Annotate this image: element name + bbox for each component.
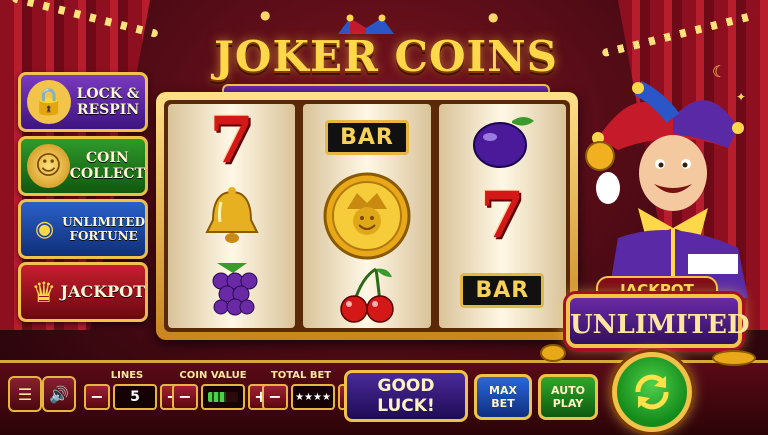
reel-frame: 7 BAR 7 BAR xyxy=(156,92,578,340)
coin-value-fill xyxy=(208,392,226,402)
grapes-symbol xyxy=(187,259,277,323)
jackpot-value: UNLIMITED xyxy=(566,294,750,348)
feature-unlimited-fortune[interactable]: ◉ UNLIMITED FORTUNE xyxy=(18,199,148,259)
auto-play-button[interactable]: AUTO PLAY xyxy=(538,374,598,420)
seven-symbol: 7 xyxy=(209,103,254,179)
good-luck-banner: GOOD LUCK! xyxy=(344,370,468,422)
coin-value-label: COIN VALUE xyxy=(179,370,247,381)
bar-symbol: BAR xyxy=(457,259,547,323)
coin-pile-icon xyxy=(712,350,756,366)
reel-3: 7 BAR xyxy=(438,104,566,328)
reels: 7 BAR 7 BAR xyxy=(164,100,570,332)
total-bet-value: ★★★★ xyxy=(291,384,335,410)
crown-icon: ♛ xyxy=(31,275,57,309)
lines-label: LINES xyxy=(110,370,144,381)
spin-arrows-icon xyxy=(635,374,669,410)
spin-button[interactable] xyxy=(612,352,692,432)
joker-coin-symbol xyxy=(322,171,412,261)
sound-button[interactable]: 🔊 xyxy=(42,376,76,412)
reel-1: 7 xyxy=(168,103,296,328)
jester-character xyxy=(585,80,748,298)
coin-pile-icon: ◉ xyxy=(34,216,55,242)
coin-icon: ☺ xyxy=(27,144,70,188)
feature-label: LOCK & RESPIN xyxy=(76,86,140,118)
bell-symbol xyxy=(187,184,277,248)
coin-value-minus-button[interactable]: − xyxy=(172,384,198,410)
bar-symbol: BAR xyxy=(322,105,412,169)
coin-value-meter xyxy=(201,384,245,410)
grapes-icon xyxy=(212,262,258,316)
total-bet-minus-button[interactable]: − xyxy=(262,384,288,410)
coin-pile-icon xyxy=(540,344,566,362)
reel-2: BAR xyxy=(303,104,431,328)
bell-icon xyxy=(205,186,259,243)
cherries-symbol xyxy=(322,263,412,327)
total-bet-label: TOTAL BET xyxy=(270,370,332,381)
plum-symbol xyxy=(457,109,547,173)
padlock-icon: 🔒 xyxy=(27,80,71,124)
feature-label: UNLIMITED FORTUNE xyxy=(62,215,145,243)
feature-jackpot[interactable]: ♛ JACKPOT xyxy=(18,262,148,322)
plum-icon xyxy=(473,117,535,169)
logo-title: JOKER COINS xyxy=(214,32,558,81)
joker-coin-icon xyxy=(323,172,411,260)
feature-coin-collect[interactable]: ☺ COIN COLLECT xyxy=(18,136,148,196)
coin-value-stepper: − + xyxy=(172,384,274,410)
feature-lock-respin[interactable]: 🔒 LOCK & RESPIN xyxy=(18,72,148,132)
cherries-icon xyxy=(340,267,394,323)
game-logo: JOKER COINS UNLIMITED FORTUNE xyxy=(186,14,586,118)
hamburger-icon: ☰ xyxy=(17,384,33,404)
lines-stepper: − 5 + xyxy=(84,384,186,410)
max-bet-button[interactable]: MAX BET xyxy=(474,374,532,420)
jester-hat-icon xyxy=(338,14,394,34)
seven-symbol: 7 xyxy=(480,177,525,253)
lines-minus-button[interactable]: − xyxy=(84,384,110,410)
lines-value: 5 xyxy=(113,384,157,410)
feature-label: JACKPOT xyxy=(60,282,146,301)
menu-button[interactable]: ☰ xyxy=(8,376,42,412)
speaker-icon: 🔊 xyxy=(49,384,69,404)
feature-label: COIN COLLECT xyxy=(69,150,145,182)
jackpot-display: JACKPOT UNLIMITED xyxy=(566,276,750,362)
